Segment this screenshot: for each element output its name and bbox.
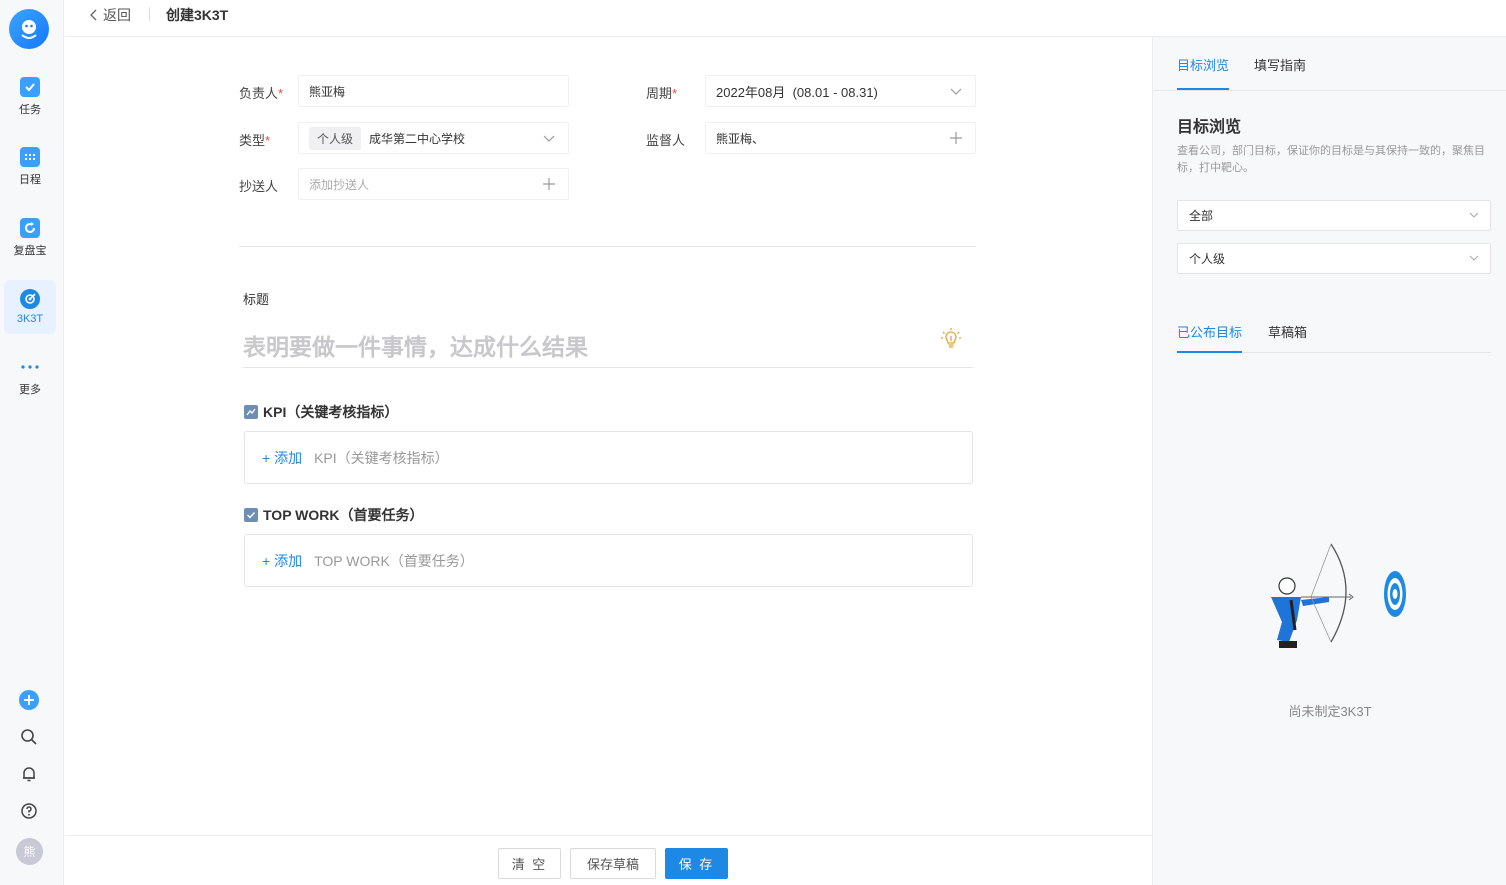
goal-subtabs: 已公布目标 草稿箱 xyxy=(1177,322,1491,353)
task-icon xyxy=(20,77,40,97)
kpi-heading: KPI（关键考核指标） xyxy=(244,402,398,422)
panel-title: 目标浏览 xyxy=(1177,119,1242,136)
archer-illustration xyxy=(1271,543,1406,648)
plus-circle-icon xyxy=(19,690,39,710)
title-placeholder: 表明要做一件事情，达成什么结果 xyxy=(243,333,588,360)
owner-value: 熊亚梅 xyxy=(309,84,346,99)
topwork-heading-text: TOP WORK（首要任务） xyxy=(263,507,424,523)
tab-goal-browse[interactable]: 目标浏览 xyxy=(1177,55,1230,90)
title-label: 标题 xyxy=(243,292,270,307)
sidebar-item-calendar[interactable]: 日程 xyxy=(4,140,56,194)
notification-button[interactable] xyxy=(17,762,41,786)
action-bar: 清 空 保存草稿 保 存 xyxy=(65,835,1152,885)
bell-icon xyxy=(23,767,35,782)
chevron-left-icon xyxy=(90,9,97,21)
chart-icon xyxy=(244,405,258,419)
chevron-down-icon xyxy=(1469,255,1479,261)
add-topwork-text: TOP WORK（首要任务） xyxy=(314,552,474,569)
add-kpi-link[interactable]: + 添加 xyxy=(262,448,302,468)
back-button[interactable]: 返回 xyxy=(89,5,131,25)
add-button[interactable] xyxy=(17,688,41,712)
sidebar-item-label: 复盘宝 xyxy=(13,245,47,257)
save-button[interactable]: 保 存 xyxy=(665,848,728,879)
topwork-heading: TOP WORK（首要任务） xyxy=(244,505,424,525)
target-icon xyxy=(20,289,40,309)
cc-label: 抄送人 xyxy=(239,179,279,194)
owner-label: 负责人* xyxy=(239,86,284,101)
checkbox-icon xyxy=(244,508,258,522)
back-label: 返回 xyxy=(103,7,131,23)
kpi-heading-text: KPI（关键考核指标） xyxy=(263,404,399,420)
page-title: 创建3K3T xyxy=(166,7,229,23)
supervisor-field[interactable]: 熊亚梅、 xyxy=(705,122,976,154)
avatar[interactable]: 熊 xyxy=(16,838,43,865)
level-select[interactable]: 个人级 xyxy=(1177,243,1491,274)
save-draft-button[interactable]: 保存草稿 xyxy=(570,848,656,879)
search-icon xyxy=(21,729,37,745)
clear-button[interactable]: 清 空 xyxy=(498,848,561,879)
sidebar-item-label: 任务 xyxy=(19,104,41,116)
help-button[interactable] xyxy=(17,799,41,823)
app-root: 任务 日程 复盘宝 3K3T 更多 熊 返回 创建3K3T 负责人* 熊亚梅 周… xyxy=(0,0,1506,885)
title-input[interactable]: 表明要做一件事情，达成什么结果 xyxy=(243,322,973,368)
period-value: 2022年08月 (08.01 - 08.31) xyxy=(716,84,878,100)
type-label: 类型* xyxy=(239,133,271,148)
right-panel: 目标浏览 填写指南 目标浏览 查看公司，部门目标，保证你的目标是与其保持一致的，… xyxy=(1152,37,1506,885)
sidebar-item-3k3t[interactable]: 3K3T xyxy=(4,280,56,334)
supervisor-value: 熊亚梅、 xyxy=(716,131,765,146)
sidebar-item-label: 3K3T xyxy=(16,313,44,325)
empty-state-text: 尚未制定3K3T xyxy=(1288,704,1372,719)
form-divider xyxy=(239,246,976,247)
plus-icon[interactable] xyxy=(542,177,556,191)
lightbulb-icon[interactable] xyxy=(938,326,964,352)
add-topwork-link[interactable]: + 添加 xyxy=(262,551,302,571)
scope-value: 全部 xyxy=(1189,209,1214,223)
add-kpi-text: KPI（关键考核指标） xyxy=(314,449,449,466)
sidebar-item-review[interactable]: 复盘宝 xyxy=(4,211,56,265)
supervisor-label: 监督人 xyxy=(646,133,686,148)
sidebar-item-task[interactable]: 任务 xyxy=(4,70,56,124)
owner-field[interactable]: 熊亚梅 xyxy=(298,75,569,107)
calendar-icon xyxy=(20,147,40,167)
add-topwork-button[interactable]: + 添加 TOP WORK（首要任务） xyxy=(244,534,973,587)
sidebar-item-more[interactable]: 更多 xyxy=(4,350,56,404)
period-select[interactable]: 2022年08月 (08.01 - 08.31) xyxy=(705,75,976,107)
panel-description: 查看公司，部门目标，保证你的目标是与其保持一致的，聚焦目标，打中靶心。 xyxy=(1177,145,1485,174)
plus-icon[interactable] xyxy=(949,131,963,145)
scope-select[interactable]: 全部 xyxy=(1177,200,1491,231)
right-panel-tabs: 目标浏览 填写指南 xyxy=(1153,37,1506,91)
app-logo[interactable] xyxy=(9,9,49,49)
top-divider xyxy=(149,7,150,21)
chevron-down-icon xyxy=(1469,212,1479,218)
type-tag: 个人级 xyxy=(309,126,362,150)
tab-drafts[interactable]: 草稿箱 xyxy=(1268,322,1307,341)
tab-guide[interactable]: 填写指南 xyxy=(1254,55,1306,74)
avatar-text: 熊 xyxy=(23,845,36,859)
level-value: 个人级 xyxy=(1189,252,1226,266)
help-icon xyxy=(21,803,37,819)
cc-field[interactable]: 添加抄送人 xyxy=(298,168,569,200)
chevron-down-icon xyxy=(543,135,555,142)
search-button[interactable] xyxy=(17,725,41,749)
sidebar-item-label: 日程 xyxy=(19,174,41,186)
chevron-down-icon xyxy=(950,88,962,95)
type-select[interactable]: 个人级 成华第二中心学校 xyxy=(298,122,569,154)
more-icon xyxy=(20,357,40,377)
period-label: 周期* xyxy=(646,86,678,101)
tab-published-goals[interactable]: 已公布目标 xyxy=(1177,322,1243,353)
add-kpi-button[interactable]: + 添加 KPI（关键考核指标） xyxy=(244,431,973,484)
refresh-icon xyxy=(20,218,40,238)
cc-placeholder: 添加抄送人 xyxy=(309,177,370,192)
left-sidebar: 任务 日程 复盘宝 3K3T 更多 熊 xyxy=(0,0,64,885)
sidebar-item-label: 更多 xyxy=(19,384,41,396)
type-value: 成华第二中心学校 xyxy=(369,131,466,146)
logo-icon xyxy=(21,20,37,39)
top-bar: 返回 创建3K3T xyxy=(65,0,1506,37)
